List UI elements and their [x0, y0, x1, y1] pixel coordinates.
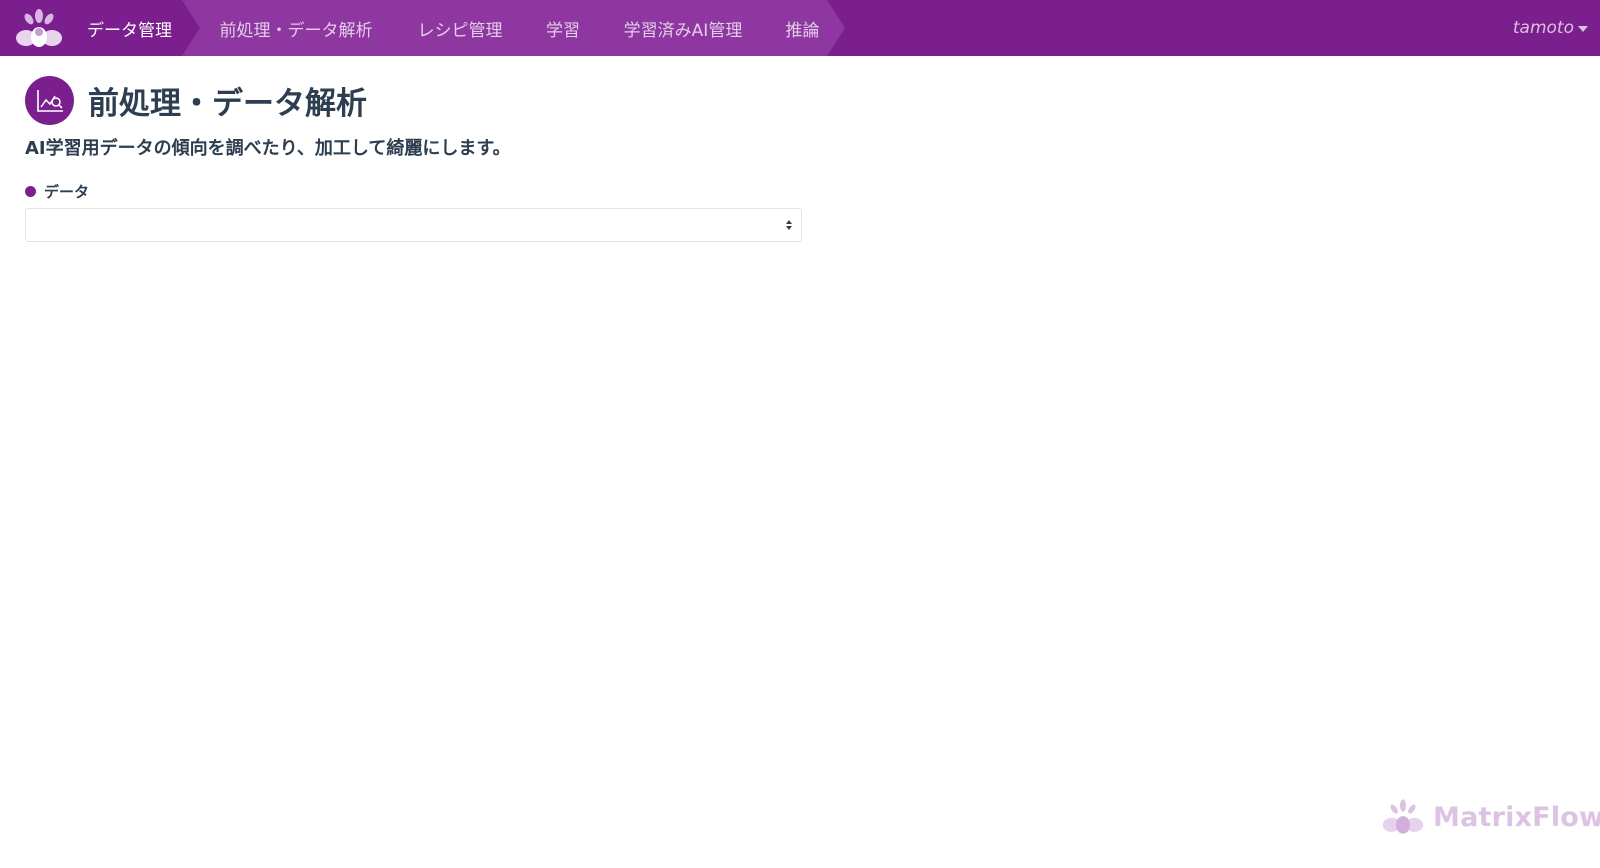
username: tamoto — [1513, 18, 1574, 38]
watermark-text: MatrixFlow — [1433, 802, 1600, 833]
page-title: 前処理・データ解析 — [88, 76, 367, 124]
flower-logo-icon — [1381, 796, 1425, 838]
user-menu[interactable]: tamoto — [1513, 0, 1588, 56]
step-label: 前処理・データ解析 — [210, 16, 373, 41]
brand-logo[interactable] — [14, 5, 64, 51]
chart-search-icon — [35, 88, 65, 114]
step-label: 推論 — [776, 16, 820, 41]
step-label: 学習 — [536, 16, 580, 41]
flower-logo-icon — [14, 5, 64, 51]
data-field-label: データ — [25, 180, 89, 202]
data-select[interactable] — [25, 208, 802, 242]
step-label: レシピ管理 — [408, 16, 503, 41]
page-icon — [25, 76, 74, 125]
step-label: 学習済みAI管理 — [614, 16, 743, 41]
caret-down-icon — [1578, 26, 1588, 32]
data-label-text: データ — [44, 181, 89, 202]
step-data-management[interactable]: データ管理 — [64, 0, 195, 56]
step-trained-ai-management[interactable]: 学習済みAI管理 — [588, 0, 768, 56]
step-label: データ管理 — [87, 16, 172, 41]
bullet-dot-icon — [25, 186, 36, 197]
matrixflow-watermark: MatrixFlow — [1381, 795, 1600, 839]
select-arrows-icon — [785, 219, 793, 231]
top-navbar: データ管理 前処理・データ解析 レシピ管理 学習 学習済みAI管理 推論 tam… — [0, 0, 1600, 56]
step-recipe-management[interactable]: レシピ管理 — [382, 0, 528, 56]
page-description: AI学習用データの傾向を調べたり、加工して綺麗にします。 — [25, 134, 511, 160]
step-preprocessing[interactable]: 前処理・データ解析 — [182, 0, 400, 56]
